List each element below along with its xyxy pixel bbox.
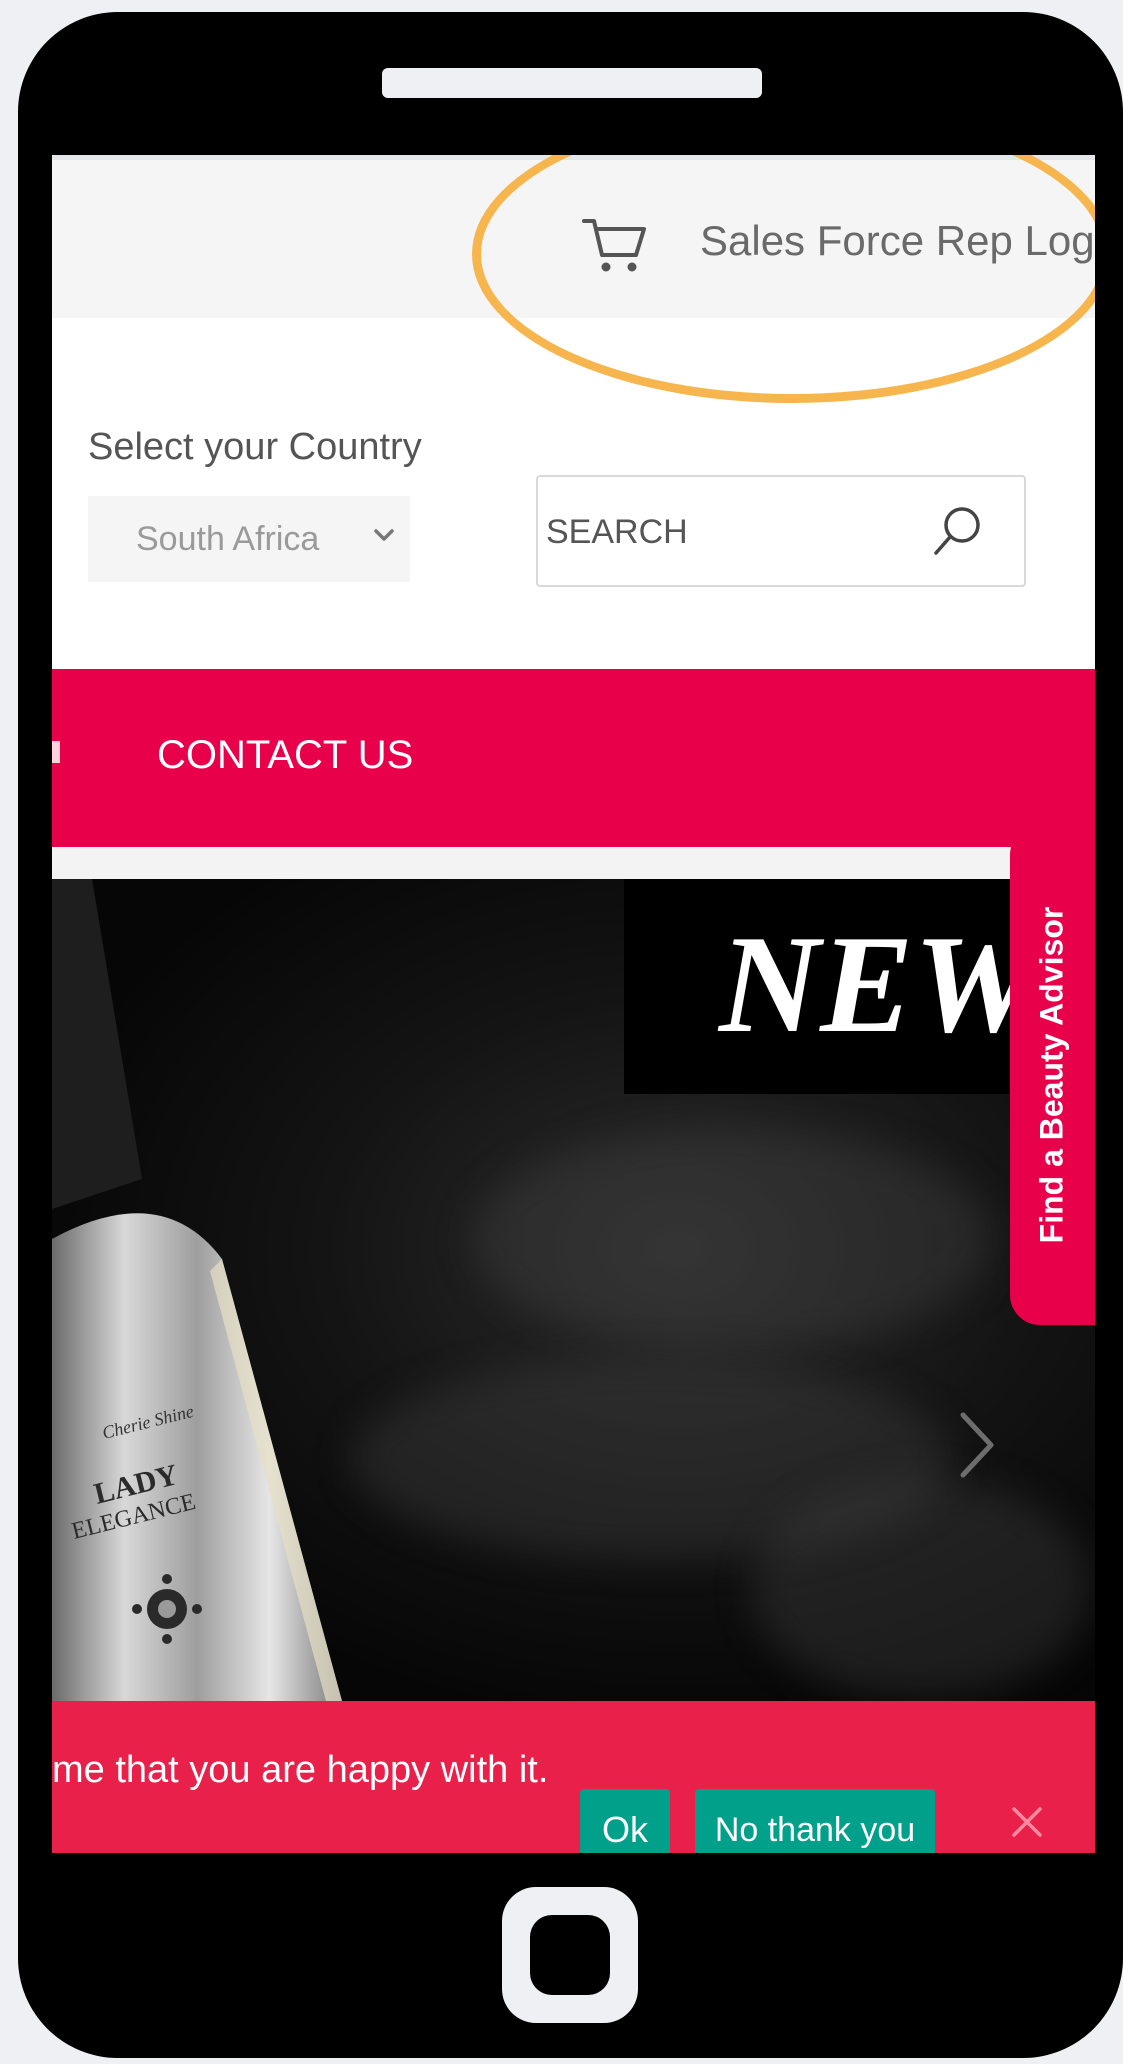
country-select-value: South Africa — [136, 520, 320, 558]
phone-home-button[interactable] — [502, 1887, 638, 2023]
search-icon[interactable] — [930, 503, 986, 559]
hero-headline: NEW — [719, 907, 1038, 1062]
cookie-message: me that you are happy with it. — [52, 1749, 549, 1791]
phone-frame: Sales Force Rep Login Select your Countr… — [18, 12, 1123, 2058]
country-select[interactable]: South Africa — [88, 496, 410, 582]
country-label: Select your Country — [88, 426, 422, 468]
nav-contact-us[interactable]: CONTACT US — [157, 733, 413, 778]
close-icon[interactable] — [1010, 1805, 1044, 1839]
hero-banner[interactable]: NEW Cherie Shine LADY ELEGANCE — [52, 879, 1095, 1701]
nav-prev-item[interactable] — [52, 741, 60, 763]
phone-speaker — [382, 68, 762, 98]
search-input[interactable] — [544, 501, 908, 563]
screen: Sales Force Rep Login Select your Countr… — [52, 155, 1095, 1853]
find-beauty-advisor-tab[interactable]: Find a Beauty Advisor — [1010, 825, 1095, 1325]
banner-top-strip — [52, 847, 1095, 879]
fabric-fold — [752, 1479, 1092, 1699]
perfume-bottle-image: Cherie Shine LADY ELEGANCE — [52, 879, 342, 1701]
chevron-right-icon[interactable] — [957, 1409, 997, 1481]
highlight-annotation-ellipse — [472, 155, 1095, 403]
cookie-ok-button[interactable]: Ok — [580, 1789, 670, 1853]
find-beauty-advisor-label: Find a Beauty Advisor — [1033, 906, 1070, 1244]
cookie-decline-button[interactable]: No thank you — [695, 1789, 935, 1853]
cookie-consent-bar: me that you are happy with it. Ok No tha… — [52, 1701, 1095, 1853]
fabric-fold — [472, 1129, 992, 1349]
chevron-down-icon — [374, 529, 394, 541]
nav-bar: CONTACT US — [52, 669, 1095, 847]
search-box — [536, 475, 1026, 587]
home-button-inner — [530, 1915, 610, 1995]
